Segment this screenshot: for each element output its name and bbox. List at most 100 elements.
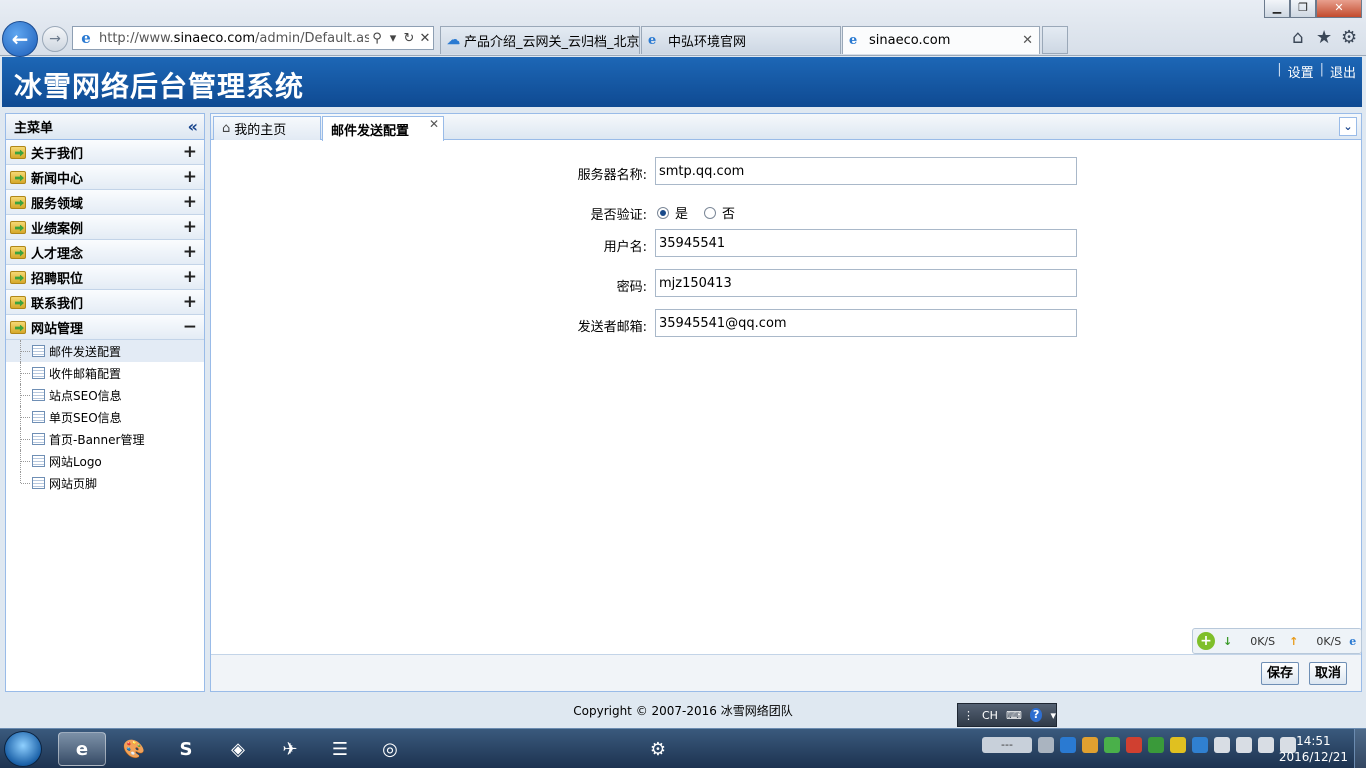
expand-icon[interactable]: + [183, 292, 197, 312]
wechat-taskbar-icon[interactable]: ◎ [366, 732, 414, 766]
menu-news[interactable]: 新闻中心 + [6, 165, 204, 190]
refresh-icon[interactable]: ↻ [401, 31, 417, 46]
menu-talent[interactable]: 人才理念 + [6, 240, 204, 265]
address-bar[interactable]: e http://www.sinaeco.com/admin/Default.a… [72, 26, 434, 50]
page-icon [32, 345, 45, 357]
tray-shield-icon[interactable] [1148, 737, 1164, 753]
back-button[interactable]: ← [2, 21, 38, 57]
language-bar[interactable]: ⋮ CH ⌨ ? ▾ [957, 703, 1057, 727]
upload-arrow-icon: ↑ [1289, 634, 1299, 648]
menu-cases[interactable]: 业绩案例 + [6, 215, 204, 240]
collapse-icon[interactable]: « [188, 117, 198, 136]
expand-icon[interactable]: + [183, 142, 197, 162]
help-icon[interactable]: ? [1029, 708, 1043, 722]
sidebar-item-footer[interactable]: 网站页脚 [6, 472, 204, 494]
tab-mail-send-config[interactable]: 邮件发送配置 ✕ [322, 116, 444, 141]
volume-icon[interactable] [1258, 737, 1274, 753]
tab-home[interactable]: ⌂ 我的主页 [213, 116, 321, 140]
tray-ie-icon[interactable] [1060, 737, 1076, 753]
sidebar-item-page-seo[interactable]: 单页SEO信息 [6, 406, 204, 428]
clock[interactable]: 14:51 2016/12/21 [1279, 733, 1348, 765]
expand-icon[interactable]: + [183, 217, 197, 237]
new-tab-button[interactable] [1042, 26, 1068, 54]
favorites-star-icon[interactable]: ★ [1316, 27, 1332, 48]
red-app-taskbar-icon[interactable]: ◈ [214, 732, 262, 766]
show-desktop-button[interactable] [1354, 729, 1366, 768]
verify-yes-radio[interactable] [657, 206, 669, 219]
tray-plus-icon[interactable] [1170, 737, 1186, 753]
expand-icon[interactable]: + [183, 192, 197, 212]
expand-icon[interactable]: + [183, 242, 197, 262]
minimize-button[interactable]: ▁ [1264, 0, 1290, 18]
browser-tab-products[interactable]: ☁ 产品介绍_云网关_云归档_北京... [440, 26, 640, 54]
collapse-minus-icon[interactable]: − [183, 317, 197, 337]
browser-tab-sinaeco[interactable]: e sinaeco.com ✕ [842, 26, 1040, 54]
start-button[interactable] [4, 731, 42, 767]
tray-red-icon[interactable] [1126, 737, 1142, 753]
sidebar-item-inbox-config[interactable]: 收件邮箱配置 [6, 362, 204, 384]
verify-radio-group: 是 否 [657, 203, 747, 222]
menu-services[interactable]: 服务领域 + [6, 190, 204, 215]
ie-small-icon: e [1349, 634, 1357, 648]
ie-taskbar-icon[interactable]: e [58, 732, 106, 766]
menu-jobs[interactable]: 招聘职位 + [6, 265, 204, 290]
dropdown-icon[interactable]: ▾ [385, 31, 401, 46]
home-icon[interactable]: ⌂ [1292, 27, 1303, 48]
options-arrow-icon[interactable]: ▾ [1050, 709, 1056, 722]
signal-icon[interactable] [1214, 737, 1230, 753]
sidebar-item-logo[interactable]: 网站Logo [6, 450, 204, 472]
browser-tab-label: 产品介绍_云网关_云归档_北京... [464, 35, 640, 50]
tab-close-icon[interactable]: ✕ [1022, 33, 1033, 48]
language-indicator[interactable]: CH [982, 709, 998, 722]
sidebar-item-site-seo[interactable]: 站点SEO信息 [6, 384, 204, 406]
accelerate-plus-icon[interactable]: + [1197, 632, 1215, 650]
bird-taskbar-icon[interactable]: ✈ [266, 732, 314, 766]
sidebar-item-mail-send-config[interactable]: 邮件发送配置 [6, 340, 204, 362]
sender-label: 发送者邮箱: [577, 320, 647, 335]
cancel-button[interactable]: 取消 [1309, 662, 1348, 685]
sidebar-item-banner[interactable]: 首页-Banner管理 [6, 428, 204, 450]
sender-email-input[interactable] [655, 309, 1077, 337]
action-bar: 保存 取消 [211, 654, 1361, 691]
server-input[interactable] [655, 157, 1077, 185]
chevron-down-icon[interactable]: ⌄ [1339, 117, 1357, 136]
server-row: 服务器名称: [211, 157, 1361, 185]
menu-about[interactable]: 关于我们 + [6, 140, 204, 165]
stop-icon[interactable]: ✕ [417, 31, 433, 46]
expand-icon[interactable]: + [183, 267, 197, 287]
chat-taskbar-icon[interactable]: ☰ [316, 732, 364, 766]
settings-link[interactable]: 设置 [1288, 62, 1314, 81]
paint-taskbar-icon[interactable]: 🎨 [110, 732, 158, 766]
logout-link[interactable]: 退出 [1330, 62, 1356, 81]
sogou-taskbar-icon[interactable]: S [162, 732, 210, 766]
save-button[interactable]: 保存 [1261, 662, 1300, 685]
netspeed-widget[interactable]: + ↓ 0K/S ↑ 0K/S e [1192, 628, 1362, 654]
expand-icon[interactable]: + [183, 167, 197, 187]
verify-no-radio[interactable] [704, 206, 717, 219]
menu-label: 人才理念 [31, 246, 84, 262]
verify-yes-label: 是 [675, 207, 689, 222]
toolbox-taskbar-icon[interactable]: ⚙ [634, 732, 682, 766]
tab-strip: ⌂ 我的主页 邮件发送配置 ✕ ⌄ [211, 114, 1361, 141]
close-icon[interactable]: ✕ [429, 117, 439, 131]
network-icon[interactable] [1236, 737, 1252, 753]
menu-site-management[interactable]: 网站管理 − [6, 315, 204, 340]
sub-item-label: 单页SEO信息 [49, 410, 122, 425]
menu-contact[interactable]: 联系我们 + [6, 290, 204, 315]
search-icon[interactable]: ⚲ [369, 31, 385, 46]
keyboard-icon[interactable]: ⌨ [1006, 709, 1022, 722]
tray-qq-icon[interactable] [1082, 737, 1098, 753]
tray-wechat-icon[interactable] [1104, 737, 1120, 753]
tray-s-icon[interactable] [1192, 737, 1208, 753]
password-input[interactable] [655, 269, 1077, 297]
maximize-button[interactable]: ❐ [1290, 0, 1316, 18]
forward-button[interactable]: → [42, 26, 68, 52]
window-close-button[interactable]: ✕ [1316, 0, 1362, 18]
sub-item-label: 邮件发送配置 [49, 344, 122, 359]
username-input[interactable] [655, 229, 1077, 257]
tray-plug-icon[interactable] [1038, 737, 1054, 753]
gear-icon[interactable]: ⚙ [1341, 27, 1357, 48]
upload-speed: 0K/S [1316, 634, 1342, 648]
url-text[interactable]: http://www.sinaeco.com/admin/Default.asp… [99, 31, 369, 46]
browser-tab-zhonghong[interactable]: e 中弘环境官网 [641, 26, 841, 54]
